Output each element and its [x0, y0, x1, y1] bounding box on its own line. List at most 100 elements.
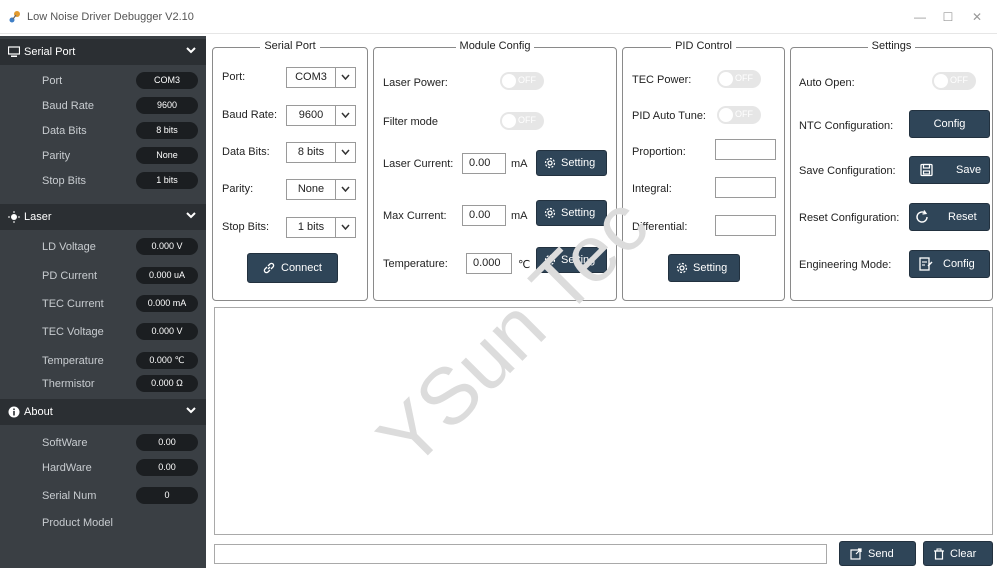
maximize-button[interactable]: ☐: [937, 8, 959, 26]
sidebar-item-label: Port: [42, 75, 63, 87]
data-bits-label: Data Bits:: [222, 146, 270, 158]
chevron-down-icon: [186, 407, 196, 414]
monitor-icon: [8, 46, 20, 57]
window-title: Low Noise Driver Debugger V2.10: [27, 11, 194, 23]
sidebar-item-value: None: [136, 147, 198, 164]
integral-input[interactable]: [715, 177, 776, 198]
app-logo-icon: [9, 11, 20, 23]
data-bits-select[interactable]: 8 bits: [286, 142, 356, 163]
auto-open-label: Auto Open:: [799, 77, 855, 89]
sidebar-item-label: SoftWare: [42, 437, 88, 449]
filter-mode-label: Filter mode: [383, 116, 439, 128]
filter-mode-toggle[interactable]: OFF: [500, 112, 544, 130]
laser-current-unit: mA: [511, 158, 528, 170]
stop-bits-label: Stop Bits:: [222, 221, 270, 233]
differential-input[interactable]: [715, 215, 776, 236]
sidebar-item-label: LD Voltage: [42, 241, 96, 253]
sidebar-item-value: 0.000 ℃: [136, 352, 198, 369]
reset-button[interactable]: Reset: [909, 203, 990, 231]
sidebar: Serial Port Port COM3 Baud Rate 9600 Data …: [0, 36, 206, 568]
sidebar-item-label: Parity: [42, 150, 71, 162]
chevron-down-icon: [341, 224, 350, 230]
save-button-label: Save: [956, 164, 982, 176]
laser-power-label: Laser Power:: [383, 77, 448, 89]
sidebar-item-value: 0.000 Ω: [136, 375, 198, 392]
sidebar-section-about[interactable]: About: [0, 399, 206, 425]
sidebar-section-serial-port[interactable]: Serial Port: [0, 39, 206, 65]
max-current-unit: mA: [511, 210, 528, 222]
port-select[interactable]: COM3: [286, 67, 356, 88]
stop-bits-select[interactable]: 1 bits: [286, 217, 356, 238]
minimize-button[interactable]: —: [909, 8, 931, 26]
chevron-down-icon: [341, 149, 350, 155]
parity-label: Parity:: [222, 183, 254, 195]
parity-select[interactable]: None: [286, 179, 356, 200]
gear-icon: [676, 262, 688, 274]
info-icon: [8, 406, 20, 418]
pid-auto-tune-toggle[interactable]: OFF: [717, 106, 761, 124]
sidebar-item-value: 0.00: [136, 434, 198, 451]
max-current-label: Max Current:: [383, 210, 447, 222]
engineering-config-button-label: Config: [943, 258, 975, 270]
engineering-config-button[interactable]: Config: [909, 250, 990, 278]
baud-rate-select[interactable]: 9600: [286, 105, 356, 126]
sidebar-item-ld-voltage: LD Voltage 0.000 V: [0, 235, 206, 259]
sidebar-item-label: Stop Bits: [42, 175, 87, 187]
refresh-icon: [916, 210, 928, 223]
log-output-area[interactable]: [214, 307, 993, 535]
sidebar-item-label: Serial Num: [42, 490, 97, 502]
laser-current-setting-button[interactable]: Setting: [536, 150, 607, 176]
toggle-state: OFF: [518, 115, 536, 125]
floppy-disk-icon: [920, 163, 933, 177]
document-edit-icon: [919, 257, 933, 271]
sidebar-item-port: Port COM3: [0, 69, 206, 93]
toggle-state: OFF: [518, 75, 536, 85]
sidebar-item-value: 0.000 uA: [136, 267, 198, 284]
save-button[interactable]: Save: [909, 156, 990, 184]
close-button[interactable]: ✕: [966, 8, 988, 26]
stop-bits-select-value: 1 bits: [297, 221, 325, 233]
proportion-input[interactable]: [715, 139, 776, 160]
toggle-state: OFF: [950, 75, 968, 85]
sun-icon: [8, 211, 20, 223]
port-label: Port:: [222, 71, 246, 83]
chevron-down-icon: [341, 74, 350, 80]
engineering-mode-label: Engineering Mode:: [799, 259, 892, 271]
sidebar-item-baud-rate: Baud Rate 9600: [0, 94, 206, 118]
max-current-input[interactable]: 0.00: [462, 205, 506, 226]
data-bits-select-value: 8 bits: [297, 146, 325, 158]
sidebar-item-thermistor: Thermistor 0.000 Ω: [0, 372, 206, 396]
sidebar-item-label: TEC Current: [42, 298, 104, 310]
setting-button-label: Setting: [693, 262, 728, 274]
sidebar-item-hardware: HardWare 0.00: [0, 456, 206, 480]
connect-button[interactable]: Connect: [247, 253, 338, 283]
laser-current-input[interactable]: 0.00: [462, 153, 506, 174]
sidebar-item-tec-current: TEC Current 0.000 mA: [0, 292, 206, 316]
clear-button[interactable]: Clear: [923, 541, 993, 566]
sidebar-item-value: 0.000 mA: [136, 295, 198, 312]
baud-rate-select-value: 9600: [298, 109, 324, 121]
send-input[interactable]: [214, 544, 827, 564]
group-title: PID Control: [671, 40, 736, 52]
sidebar-section-label: Laser: [24, 211, 52, 223]
sidebar-item-temperature: Temperature 0.000 ℃: [0, 349, 206, 373]
toggle-state: OFF: [735, 109, 753, 119]
tec-power-label: TEC Power:: [632, 74, 692, 86]
send-button[interactable]: Send: [839, 541, 916, 566]
tec-power-toggle[interactable]: OFF: [717, 70, 761, 88]
laser-power-toggle[interactable]: OFF: [500, 72, 544, 90]
pid-setting-button[interactable]: Setting: [668, 254, 740, 282]
auto-open-toggle[interactable]: OFF: [932, 72, 976, 90]
reset-configuration-label: Reset Configuration:: [799, 212, 900, 224]
ntc-config-button[interactable]: Config: [909, 110, 990, 138]
sidebar-section-laser[interactable]: Laser: [0, 204, 206, 230]
sidebar-item-product-model: Product Model: [0, 511, 206, 535]
sidebar-item-pd-current: PD Current 0.000 uA: [0, 264, 206, 288]
sidebar-section-label: Serial Port: [24, 46, 76, 58]
sidebar-item-label: Baud Rate: [42, 100, 94, 112]
pid-auto-tune-label: PID Auto Tune:: [632, 110, 706, 122]
send-icon: [850, 547, 862, 560]
sidebar-item-label: Temperature: [42, 355, 104, 367]
sidebar-item-parity: Parity None: [0, 144, 206, 168]
temperature-input[interactable]: 0.000: [466, 253, 512, 274]
